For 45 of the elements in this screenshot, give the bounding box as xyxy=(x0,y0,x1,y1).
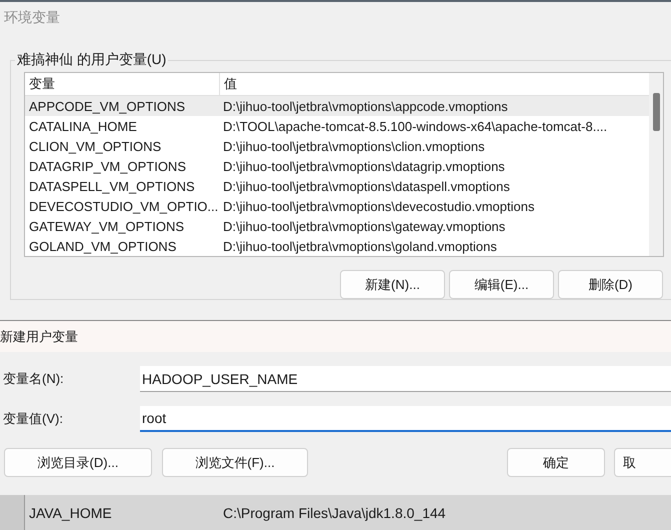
dialog-button[interactable]: 浏览目录(D)... xyxy=(4,448,152,477)
input-field[interactable]: HADOOP_USER_NAME xyxy=(140,366,671,392)
list-row[interactable]: CATALINA_HOME D:\TOOL\apache-tomcat-8.5.100-windows-x64\apache-tomcat-8.... xyxy=(25,116,649,136)
variable-value: D:\jihuo-tool\jetbra\vmoptions\dataspell.vmoptions xyxy=(222,178,511,194)
variable-value: D:\jihuo-tool\jetbra\vmoptions\devecostudio.vmoptions xyxy=(222,198,536,214)
variable-value: D:\jihuo-tool\jetbra\vmoptions\datagrip.vmoptions xyxy=(222,158,506,174)
variable-value: D:\jihuo-tool\jetbra\vmoptions\clion.vmoptions xyxy=(222,138,486,154)
field-label: 变量名(N): xyxy=(2,370,65,388)
variable-value: D:\jihuo-tool\jetbra\vmoptions\gateway.vmoptions xyxy=(222,218,506,234)
variable-name: DEVECOSTUDIO_VM_OPTIO... xyxy=(28,198,219,214)
variable-name: GATEWAY_VM_OPTIONS xyxy=(28,218,186,234)
dialog-button[interactable]: 新建(N)... xyxy=(340,270,445,299)
list-row[interactable]: GATEWAY_VM_OPTIONS D:\jihuo-tool\jetbra\vmoptions\gateway.vmoptions xyxy=(25,216,649,236)
list-row[interactable]: DATASPELL_VM_OPTIONS D:\jihuo-tool\jetbra\vmoptions\dataspell.vmoptions xyxy=(25,176,649,196)
variable-name: DATASPELL_VM_OPTIONS xyxy=(28,178,196,194)
variable-list[interactable] xyxy=(24,72,664,257)
list-row[interactable]: APPCODE_VM_OPTIONS D:\jihuo-tool\jetbra\vmoptions\appcode.vmoptions xyxy=(25,96,649,116)
variable-value: D:\jihuo-tool\jetbra\vmoptions\appcode.vmoptions xyxy=(222,98,509,114)
dialog-button[interactable]: 编辑(E)... xyxy=(449,270,554,299)
dialog-title: 新建用户变量 xyxy=(0,328,78,346)
variable-name: DATAGRIP_VM_OPTIONS xyxy=(28,158,187,174)
column-header[interactable]: 值 xyxy=(220,75,649,93)
dialog-button[interactable]: 浏览文件(F)... xyxy=(162,448,308,477)
group-label: 难搞神仙 的用户变量(U) xyxy=(15,51,168,69)
list-row[interactable]: GOLAND_VM_OPTIONS D:\jihuo-tool\jetbra\vmoptions\goland.vmoptions xyxy=(25,236,649,256)
variable-name: CATALINA_HOME xyxy=(28,118,138,134)
scrollbar[interactable] xyxy=(649,73,663,256)
variable-name: JAVA_HOME xyxy=(28,504,113,520)
list-row[interactable]: DEVECOSTUDIO_VM_OPTIO... D:\jihuo-tool\jetbra\vmoptions\devecostudio.vmoptions xyxy=(25,196,649,216)
variable-name: APPCODE_VM_OPTIONS xyxy=(28,98,186,114)
variable-name: GOLAND_VM_OPTIONS xyxy=(28,238,178,254)
window-title: 环境变量 xyxy=(4,9,60,27)
variable-value: C:\Program Files\Java\jdk1.8.0_144 xyxy=(222,504,447,520)
list-row[interactable]: CLION_VM_OPTIONS D:\jihuo-tool\jetbra\vmoptions\clion.vmoptions xyxy=(25,136,649,156)
variable-value: D:\TOOL\apache-tomcat-8.5.100-windows-x64\apache-tomcat-8.... xyxy=(222,118,608,134)
dialog-button[interactable]: 确定 xyxy=(507,448,605,477)
variable-name: CLION_VM_OPTIONS xyxy=(28,138,162,154)
variable-value: D:\jihuo-tool\jetbra\vmoptions\goland.vmoptions xyxy=(222,238,498,254)
field-label: 变量值(V): xyxy=(2,410,64,428)
scroll-thumb[interactable] xyxy=(653,93,660,131)
column-header[interactable]: 变量 xyxy=(25,73,220,95)
input-field[interactable]: root xyxy=(140,406,671,432)
dialog-button[interactable]: 删除(D) xyxy=(558,270,663,299)
dialog-button[interactable]: 取 xyxy=(614,448,671,477)
list-row[interactable]: DATAGRIP_VM_OPTIONS D:\jihuo-tool\jetbra\vmoptions\datagrip.vmoptions xyxy=(25,156,649,176)
